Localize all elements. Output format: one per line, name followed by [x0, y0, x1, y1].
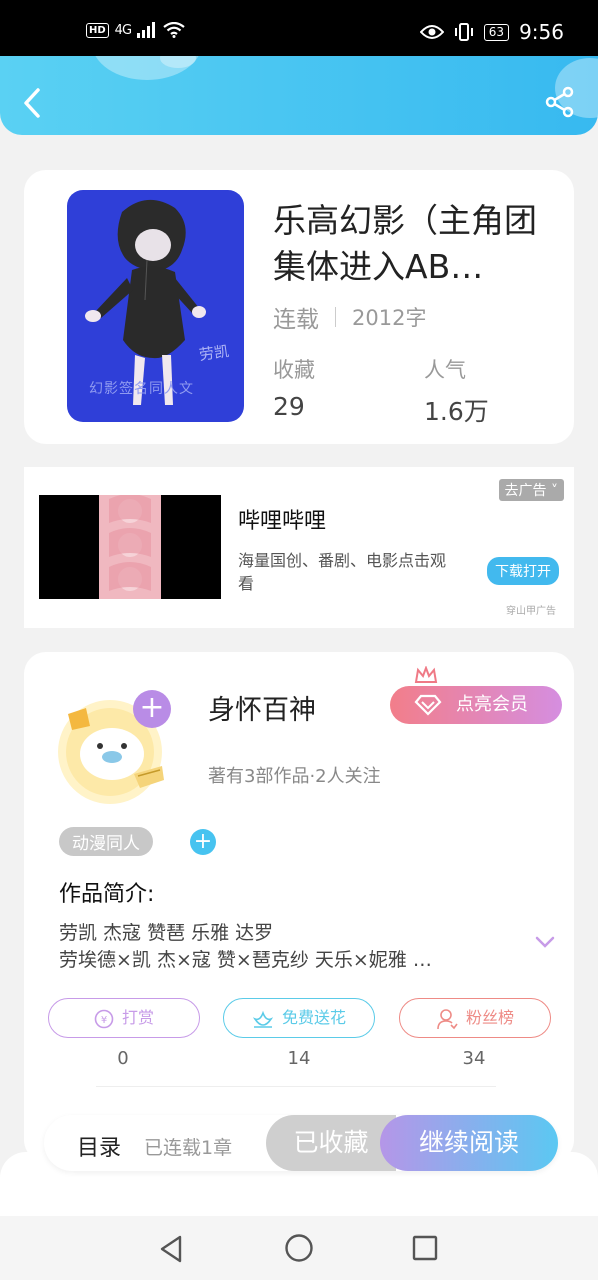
- toc-status: 已连载1章: [144, 1137, 233, 1159]
- author-card: + 身怀百神 点亮会员 著有3部作品·2人关注 动漫同人 + 作品简介: 劳凯 …: [24, 652, 574, 1162]
- flower-icon: [252, 1010, 274, 1028]
- fan-ranking-button[interactable]: 粉丝榜: [399, 998, 551, 1038]
- header-bar: [0, 56, 598, 135]
- fan-count: 34: [462, 1048, 486, 1069]
- coin-icon: ¥: [94, 1009, 114, 1028]
- word-count: 2012字: [352, 306, 427, 330]
- tip-button[interactable]: ¥ 打赏: [48, 998, 200, 1038]
- person-icon: [437, 1008, 458, 1029]
- cover-caption: 幻影签名同人文: [89, 381, 194, 397]
- status-left: HD 4G: [86, 22, 185, 38]
- serial-status: 连载: [273, 307, 319, 333]
- remove-ad-label: 去广告: [504, 483, 547, 499]
- battery-icon: 63: [483, 23, 510, 41]
- chevron-down-icon: ˅: [551, 483, 558, 499]
- follow-plus-button[interactable]: +: [133, 690, 171, 728]
- bottom-action-bar: 目录 已连载1章 已收藏 继续阅读: [44, 1115, 558, 1171]
- fan-ranking-label: 粉丝榜: [465, 1008, 514, 1027]
- ad-banner[interactable]: 哔哩哔哩 海量国创、番剧、电影点击观看 去广告 ˅ 下载打开 穿山甲广告: [24, 467, 574, 628]
- vip-label: 点亮会员: [456, 694, 528, 715]
- book-meta: 连载 2012字: [273, 300, 426, 334]
- chevron-down-icon[interactable]: [534, 934, 556, 950]
- intro-text: 劳凯 杰寇 赞琶 乐雅 达罗 劳埃德×凯 杰×寇 赞×琶克纱 天乐×妮雅 …: [59, 920, 499, 974]
- book-cover[interactable]: 劳凯 幻影签名同人文: [67, 190, 244, 422]
- add-tag-button[interactable]: +: [190, 829, 216, 855]
- remove-ad-button[interactable]: 去广告 ˅: [498, 479, 564, 501]
- nav-back-icon[interactable]: [158, 1234, 184, 1264]
- send-flower-label: 免费送花: [281, 1008, 346, 1027]
- meta-divider: [335, 307, 336, 327]
- cover-signature: 劳凯: [197, 341, 231, 364]
- ad-description: 海量国创、番剧、电影点击观看: [238, 551, 447, 593]
- tip-count: 0: [117, 1048, 129, 1069]
- intro-title: 作品简介:: [59, 882, 155, 907]
- clock: 9:56: [519, 20, 564, 44]
- popularity-value: 1.6万: [424, 397, 489, 426]
- ad-download-button[interactable]: 下载打开: [487, 557, 559, 585]
- ad-source-label: 穿山甲广告: [506, 606, 556, 617]
- vip-button[interactable]: 点亮会员: [390, 666, 562, 724]
- vibrate-icon: [454, 23, 473, 41]
- tip-label: 打赏: [121, 1008, 154, 1027]
- wifi-icon: [163, 22, 185, 38]
- collected-button[interactable]: 已收藏: [266, 1115, 396, 1171]
- diamond-icon: [414, 694, 442, 716]
- system-nav-bar: [0, 1216, 598, 1280]
- popularity-label: 人气: [424, 358, 466, 382]
- status-right: 63 9:56: [419, 20, 564, 44]
- favorites-label: 收藏: [273, 358, 315, 382]
- intro-line: 劳埃德×凯 杰×寇 赞×琶克纱 天乐×妮雅 …: [59, 949, 432, 971]
- nav-home-icon[interactable]: [284, 1233, 314, 1263]
- eye-icon: [419, 25, 444, 39]
- intro-line: 劳凯 杰寇 赞琶 乐雅 达罗: [59, 922, 274, 944]
- divider: [96, 1086, 496, 1087]
- ad-title: 哔哩哔哩: [238, 509, 327, 534]
- author-name: 身怀百神: [208, 695, 316, 726]
- author-stats: 著有3部作品·2人关注: [208, 766, 381, 787]
- ad-thumbnail[interactable]: [39, 495, 221, 599]
- genre-tag[interactable]: 动漫同人: [59, 827, 153, 856]
- hd-icon: HD: [86, 22, 109, 38]
- status-bar: HD 4G 63 9:56: [0, 0, 598, 56]
- flower-count: 14: [287, 1048, 311, 1069]
- network-type: 4G: [114, 22, 132, 38]
- favorites-value: 29: [273, 392, 305, 421]
- back-arrow-icon[interactable]: [18, 86, 48, 120]
- signal-icon: [137, 22, 156, 38]
- send-flower-button[interactable]: 免费送花: [223, 998, 375, 1038]
- crown-icon: [414, 666, 438, 683]
- continue-reading-button[interactable]: 继续阅读: [380, 1115, 558, 1171]
- book-title: 乐高幻影（主角团集体进入AB…: [273, 201, 537, 286]
- ad-video-preview: [99, 495, 161, 599]
- toc-button[interactable]: 目录: [77, 1130, 121, 1162]
- nav-recent-icon[interactable]: [412, 1235, 438, 1261]
- book-info-card: 劳凯 幻影签名同人文 乐高幻影（主角团集体进入AB… 连载 2012字 收藏 2…: [24, 170, 574, 444]
- share-icon[interactable]: [544, 86, 576, 118]
- svg-text:¥: ¥: [101, 1015, 107, 1026]
